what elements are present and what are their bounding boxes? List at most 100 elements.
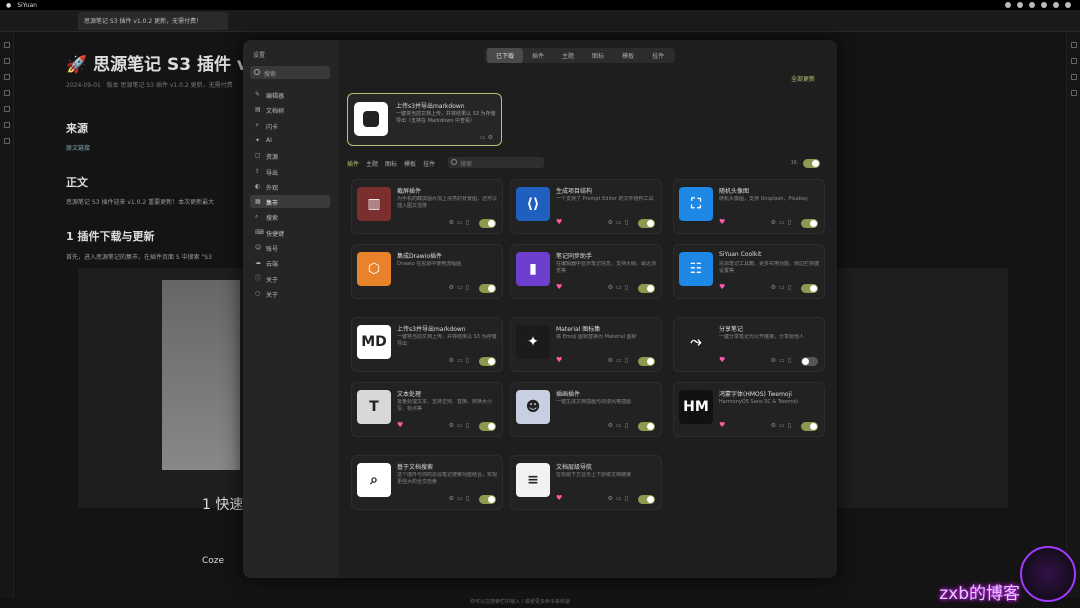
featured-plugin-card[interactable]: 上传s3并导出markdown 一键将当前文档上传，并将结果以 S3 为存储导出… <box>347 93 502 146</box>
plugin-toggle[interactable] <box>479 219 496 228</box>
filter-tab[interactable]: 模板 <box>404 159 416 170</box>
dock-icon[interactable] <box>1070 58 1077 64</box>
plugin-card[interactable]: ⬡ 集成Drawio插件 Drawio 在思源中使用流程图 ⚙▭▯ <box>351 244 503 299</box>
dock-icon[interactable] <box>1070 42 1077 48</box>
plugin-card[interactable]: ✦ Material 图标集将 Emoji 图标替换为 Material 图标 ♥ ⚙… <box>510 317 662 372</box>
sidebar-item[interactable]: ○ 关于 <box>250 287 330 300</box>
filter-tab[interactable]: 图标 <box>385 159 397 170</box>
filter-tab[interactable]: 挂件 <box>423 159 435 170</box>
plugin-card[interactable]: ⛶ 随机头像图 随机头像图，支持 Unsplash，Pixabay ♥ ⚙▭▯ <box>673 179 825 234</box>
plugin-actions[interactable]: ⚙▭▯ <box>449 357 472 364</box>
apple-icon[interactable]: ● <box>6 2 11 9</box>
plugin-actions[interactable]: ⚙▭▯ <box>608 357 631 364</box>
heart-icon[interactable]: ♥ <box>397 421 403 429</box>
market-tab[interactable]: 已下载 <box>487 48 524 63</box>
heart-icon[interactable]: ♥ <box>556 218 562 226</box>
plugin-card[interactable]: ≡ 文档层级导航 在标题下方显示上下层级文档链接 ♥ ⚙▭▯ <box>510 455 662 510</box>
heart-icon[interactable]: ♥ <box>556 356 562 364</box>
plugin-toggle[interactable] <box>801 422 818 431</box>
dock-icon[interactable] <box>3 42 10 48</box>
dock-icon[interactable] <box>3 138 10 144</box>
dock-icon[interactable] <box>3 58 10 64</box>
heart-icon[interactable]: ♥ <box>556 494 562 502</box>
market-tab[interactable]: 图标 <box>583 48 613 63</box>
settings-search-input[interactable]: 搜索 <box>250 66 330 79</box>
plugin-actions[interactable]: ⚙▭▯ <box>771 357 794 364</box>
plugin-card[interactable]: HM 鸿蒙字体(HMOS) Twemoji HarmonyOS Sans SC & … <box>673 382 825 437</box>
market-tab[interactable]: 主题 <box>553 48 583 63</box>
plugin-toggle[interactable] <box>638 422 655 431</box>
plugin-search-input[interactable]: 搜索 <box>448 157 545 168</box>
heart-icon[interactable]: ♥ <box>719 218 725 226</box>
sidebar-item[interactable]: ▢ 资源 <box>250 149 330 162</box>
dock-icon[interactable] <box>1070 74 1077 80</box>
heading-source[interactable]: 来源 <box>66 120 88 136</box>
sidebar-item[interactable]: ⚡ 闪卡 <box>250 119 330 132</box>
dock-icon[interactable] <box>3 90 10 96</box>
plugin-actions[interactable]: ⚙▭▯ <box>771 219 794 226</box>
editor-tab[interactable]: 思源笔记 S3 插件 v1.0.2 更新，无需付费！ <box>78 11 228 30</box>
plugin-card[interactable]: ▮ 笔记同步助手 在编辑器中显示笔记信息，支持大纲，最近浏览等 ♥ ⚙▭▯ <box>510 244 662 299</box>
market-tab[interactable]: 插件 <box>523 48 553 63</box>
sidebar-item[interactable]: ◐ 外观 <box>250 180 330 193</box>
market-tab[interactable]: 挂件 <box>643 48 673 63</box>
sidebar-item[interactable]: ⇪ 导出 <box>250 165 330 178</box>
plugin-card[interactable]: ⟨⟩ 生成项目结构 一个支持了 Prompt Editor 的文件结构工具 ♥ ⚙▭▯ <box>510 179 662 234</box>
heading-download[interactable]: 1 插件下载与更新 <box>66 228 154 244</box>
sidebar-item[interactable]: ☺ 账号 <box>250 241 330 254</box>
sidebar-item[interactable]: ⌨ 快捷键 <box>250 226 330 239</box>
plugin-toggle[interactable] <box>801 284 818 293</box>
plugin-card[interactable]: ☷ SiYuan Coolkit 思源笔记工具箱，更多实用功能，侧边栏快捷设置等 ♥ ⚙… <box>673 244 825 299</box>
page-title[interactable]: 🚀 思源笔记 S3 插件 v <box>66 50 248 75</box>
plugin-toggle[interactable] <box>638 219 655 228</box>
battery-icon[interactable] <box>1065 2 1071 8</box>
sidebar-item[interactable]: ⓘ 关于 <box>250 272 330 285</box>
plugin-toggle[interactable] <box>479 495 496 504</box>
heart-icon[interactable]: ♥ <box>719 283 725 291</box>
sidebar-item[interactable]: ⌕ 搜索 <box>250 210 330 223</box>
heart-icon[interactable]: ♥ <box>556 283 562 291</box>
plugin-actions[interactable]: ⚙▭▯ <box>608 495 631 502</box>
plugin-toggle[interactable] <box>638 495 655 504</box>
status-icon[interactable] <box>1017 2 1023 8</box>
dock-icon[interactable] <box>3 122 10 128</box>
plugin-actions[interactable]: ⚙▭▯ <box>449 422 472 429</box>
plugin-actions[interactable]: ⚙▭▯ <box>449 284 472 291</box>
update-all-button[interactable]: 全部更新 <box>791 74 815 83</box>
sidebar-item[interactable]: ☁ 云端 <box>250 256 330 269</box>
plugin-actions[interactable]: ⚙▭▯ <box>449 219 472 226</box>
filter-tab[interactable]: 插件 <box>347 159 359 170</box>
status-icon[interactable] <box>1005 2 1011 8</box>
plugin-toggle[interactable] <box>638 357 655 366</box>
status-icon[interactable] <box>1029 2 1035 8</box>
dock-icon[interactable] <box>3 106 10 112</box>
plugin-card[interactable]: ☻ 插画插件 一键生成文档插画与动漫风格插图 ⚙▭▯ <box>510 382 662 437</box>
download-paragraph[interactable]: 首先，进入思源笔记的集市，在插件页面 S 中搜索 "S3 <box>66 252 212 261</box>
sidebar-item[interactable]: ▦ 集市 <box>250 195 330 209</box>
market-tab[interactable]: 模板 <box>613 48 643 63</box>
plugin-actions[interactable]: ⚙▭▯ <box>771 284 794 291</box>
heart-icon[interactable]: ♥ <box>719 421 725 429</box>
plugin-actions[interactable]: ⚙▭▯ <box>771 422 794 429</box>
plugin-toggle[interactable] <box>479 422 496 431</box>
plugin-actions[interactable]: ⚙▭▯ <box>608 284 631 291</box>
body-paragraph[interactable]: 思源笔记 S3 插件迎来 v1.0.2 重要更新！本次更新最大 <box>66 197 214 206</box>
dock-icon[interactable] <box>3 74 10 80</box>
plugin-toggle[interactable] <box>479 357 496 366</box>
plugin-card[interactable]: T 文本处理 批量处理文本，支持正则、替换、转换大小写、标点等 ♥ ⚙▭▯ <box>351 382 503 437</box>
plugin-actions[interactable]: ⚙▭▯ <box>449 495 472 502</box>
source-link[interactable]: 原文链接 <box>66 143 90 152</box>
sidebar-item[interactable]: ✦ AI <box>250 134 330 147</box>
heart-icon[interactable]: ♥ <box>719 356 725 364</box>
enable-all-toggle[interactable] <box>803 159 820 168</box>
plugin-card[interactable]: ▥ 截屏插件 为手机的截屏图片加上漂亮的背景图，还可以插入图文混排 ⚙▭▯ <box>351 179 503 234</box>
plugin-card[interactable]: MD 上传s3并导出markdown 一键将当前文档上传，并将结果以 S3 为存储导… <box>351 317 503 372</box>
plugin-card[interactable]: ⤳ 分享笔记 一键分享笔记为公开链接，分享给他人 ♥ ⚙▭▯ <box>673 317 825 372</box>
status-icon[interactable] <box>1041 2 1047 8</box>
folder-icon[interactable]: ▭ ⚙ <box>480 134 493 141</box>
plugin-actions[interactable]: ⚙▭▯ <box>608 219 631 226</box>
sidebar-item[interactable]: ▤ 文档树 <box>250 103 330 116</box>
app-name[interactable]: SiYuan <box>17 2 37 9</box>
heading-body[interactable]: 正文 <box>66 174 88 190</box>
plugin-toggle[interactable] <box>638 284 655 293</box>
